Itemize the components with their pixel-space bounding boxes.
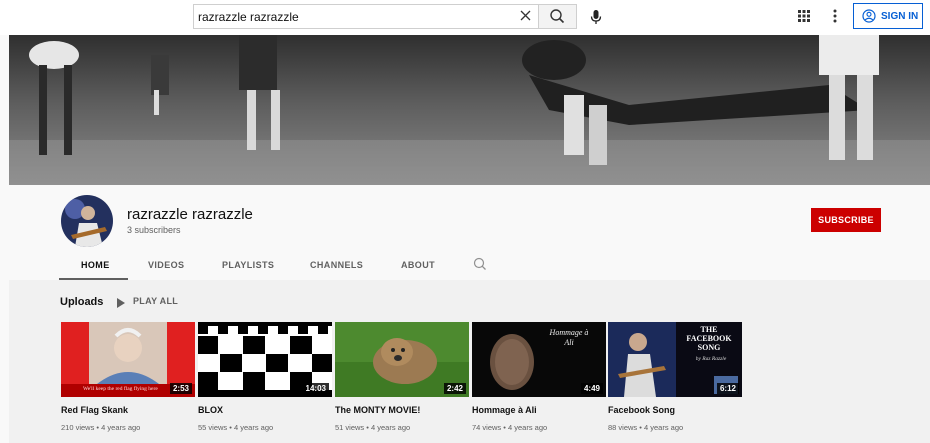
channel-banner [9, 35, 930, 185]
video-title[interactable]: Hommage à Ali [472, 405, 606, 415]
search-box[interactable] [193, 4, 539, 29]
uploads-section: Uploads PLAY ALL We'll keep the red flag… [9, 280, 930, 443]
play-icon[interactable] [116, 296, 126, 308]
apps-grid-icon[interactable] [794, 6, 814, 26]
thumbnail-text: Hommage à Ali [549, 328, 589, 347]
sign-in-label: SIGN IN [881, 10, 919, 22]
tab-playlists[interactable]: PLAYLISTS [222, 260, 274, 270]
top-bar: SIGN IN [0, 0, 930, 35]
search-input[interactable] [198, 8, 498, 26]
more-vertical-icon[interactable] [826, 6, 844, 26]
channel-tabs: HOME VIDEOS PLAYLISTS CHANNELS ABOUT [59, 250, 519, 280]
video-card[interactable]: THE FACEBOOK SONG by Raz Razzle 6:12 Fac… [608, 322, 742, 432]
search-icon[interactable] [472, 256, 488, 272]
video-thumbnail[interactable]: THE FACEBOOK SONG by Raz Razzle 6:12 [608, 322, 742, 397]
video-card[interactable]: Hommage à Ali 4:49 Hommage à Ali 74 view… [472, 322, 606, 432]
video-meta: 74 views • 4 years ago [472, 423, 548, 432]
tab-channels[interactable]: CHANNELS [310, 260, 363, 270]
video-title[interactable]: BLOX [198, 405, 332, 415]
video-title[interactable]: Facebook Song [608, 405, 742, 415]
video-thumbnail[interactable]: Hommage à Ali 4:49 [472, 322, 606, 397]
subscribe-button[interactable]: SUBSCRIBE [811, 208, 881, 232]
video-meta: 210 views • 4 years ago [61, 423, 141, 432]
thumbnail-caption: We'll keep the red flag flying here [83, 386, 158, 392]
tab-home[interactable]: HOME [81, 260, 110, 270]
video-meta: 55 views • 4 years ago [198, 423, 274, 432]
channel-header: razrazzle razrazzle 3 subscribers SUBSCR… [9, 185, 930, 280]
video-thumbnail[interactable]: 14:03 [198, 322, 332, 397]
video-title[interactable]: The MONTY MOVIE! [335, 405, 469, 415]
video-duration: 14:03 [302, 383, 329, 394]
video-card[interactable]: 14:03 BLOX 55 views • 4 years ago [198, 322, 332, 432]
video-meta: 51 views • 4 years ago [335, 423, 411, 432]
search-button[interactable] [539, 4, 577, 29]
thumbnail-byline: by Raz Razzle [695, 356, 727, 362]
tab-about[interactable]: ABOUT [401, 260, 435, 270]
video-meta: 88 views • 4 years ago [608, 423, 684, 432]
video-duration: 4:49 [580, 383, 603, 394]
tab-videos[interactable]: VIDEOS [148, 260, 184, 270]
close-icon[interactable] [516, 6, 536, 26]
search-icon [550, 9, 565, 24]
video-card[interactable]: 2:42 The MONTY MOVIE! 51 views • 4 years… [335, 322, 469, 432]
sign-in-button[interactable]: SIGN IN [853, 3, 923, 29]
avatar[interactable] [61, 195, 113, 247]
video-duration: 6:12 [716, 383, 739, 394]
channel-name: razrazzle razrazzle [127, 206, 253, 223]
video-card[interactable]: We'll keep the red flag flying here 2:53… [61, 322, 195, 432]
play-all-button[interactable]: PLAY ALL [133, 296, 178, 306]
account-circle-icon [862, 9, 876, 23]
microphone-icon[interactable] [585, 6, 607, 28]
uploads-title[interactable]: Uploads [60, 296, 103, 308]
thumbnail-text: THE FACEBOOK SONG [686, 325, 732, 352]
channel-page: SIGN IN [0, 0, 930, 443]
video-thumbnail[interactable]: 2:42 [335, 322, 469, 397]
video-thumbnail[interactable]: We'll keep the red flag flying here 2:53 [61, 322, 195, 397]
video-title[interactable]: Red Flag Skank [61, 405, 195, 415]
video-duration: 2:53 [169, 383, 192, 394]
subscriber-count: 3 subscribers [127, 225, 181, 235]
video-duration: 2:42 [443, 383, 466, 394]
